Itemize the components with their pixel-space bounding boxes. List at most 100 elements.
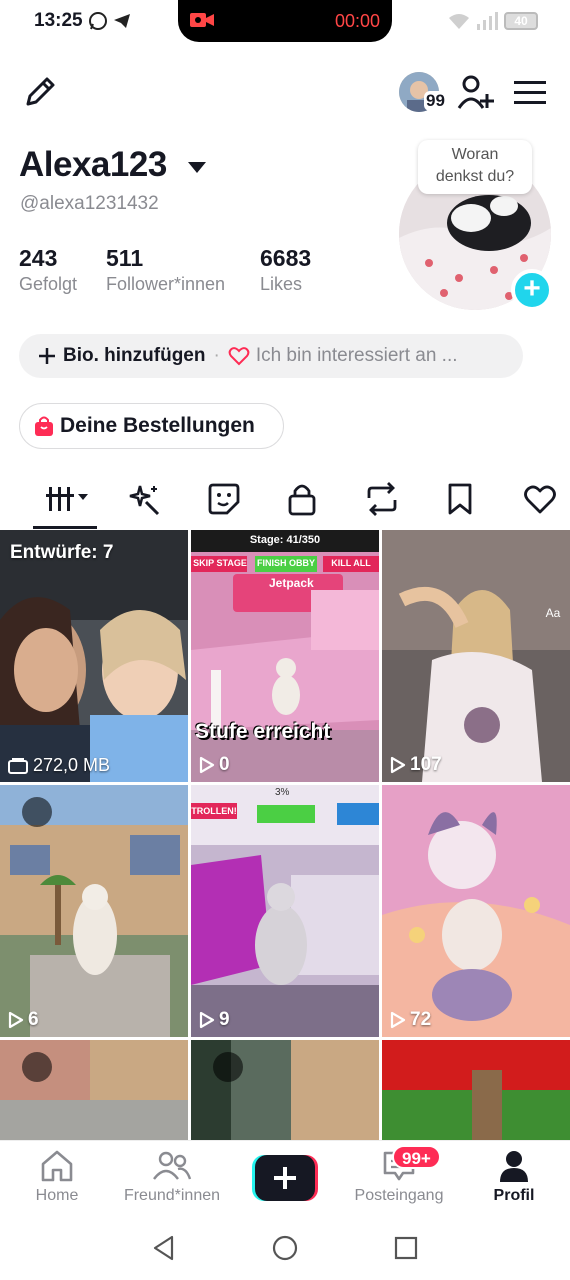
whatsapp-icon bbox=[89, 12, 107, 30]
grid-icon bbox=[46, 487, 88, 511]
orders-label: Deine Bestellungen bbox=[60, 414, 255, 437]
video-tile[interactable]: 72 bbox=[382, 785, 570, 1037]
view-count-value: 72 bbox=[410, 1009, 432, 1030]
system-indicators: 40 bbox=[448, 12, 538, 30]
back-icon[interactable] bbox=[150, 1234, 178, 1262]
create-icon bbox=[252, 1155, 318, 1201]
interests-button[interactable]: Ich bin interessiert an ... bbox=[228, 345, 458, 367]
bio-bar: Bio. hinzufügen · Ich bin interessiert a… bbox=[19, 334, 523, 378]
sparkle-icon bbox=[129, 485, 160, 516]
nav-friends[interactable]: Freund*innen bbox=[118, 1149, 226, 1205]
tab-favorites[interactable] bbox=[432, 476, 488, 522]
video-tile[interactable] bbox=[191, 1040, 379, 1140]
home-circle-icon[interactable] bbox=[271, 1234, 299, 1262]
game-badge: KILL ALL bbox=[331, 558, 371, 568]
plus-icon bbox=[39, 348, 55, 364]
video-tile[interactable]: TROLLEN! 3% 9 bbox=[191, 785, 379, 1037]
hamburger-icon[interactable] bbox=[514, 80, 546, 106]
user-handle: @alexa1231432 bbox=[20, 193, 159, 214]
tab-stickers[interactable] bbox=[196, 476, 252, 522]
video-grid: Entwürfe: 7 272,0 MB Stage: 41/350 SKIP … bbox=[0, 530, 570, 1140]
interests-label: Ich bin interessiert an ... bbox=[255, 345, 458, 366]
drafts-label: Entwürfe: 7 bbox=[10, 542, 114, 563]
sticker-icon bbox=[208, 483, 240, 515]
add-photo-button[interactable]: + bbox=[511, 269, 553, 311]
drafts-size-value: 272,0 MB bbox=[33, 755, 111, 775]
nav-profile[interactable]: Profil bbox=[488, 1149, 540, 1205]
nav-label: Posteingang bbox=[354, 1187, 444, 1204]
screen-recording-pill[interactable]: 00:00 bbox=[178, 0, 392, 42]
add-bio-label: Bio. hinzufügen bbox=[63, 345, 206, 366]
system-navigation bbox=[0, 1216, 570, 1280]
profile-icon bbox=[500, 1151, 528, 1182]
stat-label: Follower*innen bbox=[106, 274, 226, 294]
speaker-icon bbox=[22, 1052, 52, 1082]
view-count-value: 0 bbox=[219, 754, 230, 775]
play-icon bbox=[199, 756, 215, 774]
tab-liked[interactable] bbox=[512, 476, 568, 522]
video-tile[interactable]: 6 bbox=[0, 785, 188, 1037]
video-tile[interactable] bbox=[382, 1040, 570, 1140]
editor-tools-column: Aa bbox=[544, 544, 562, 754]
view-count-value: 6 bbox=[28, 1009, 39, 1030]
telegram-icon bbox=[114, 14, 130, 28]
username[interactable]: Alexa123 bbox=[19, 145, 167, 185]
stat-likes[interactable]: 6683 Likes bbox=[260, 245, 311, 295]
view-count: 72 bbox=[390, 1009, 431, 1031]
stat-followers[interactable]: 511 Follower*innen bbox=[106, 245, 225, 295]
bubble-line-1: Woran bbox=[451, 146, 499, 163]
storage-icon bbox=[8, 757, 28, 774]
text-tool-label: Aa bbox=[545, 606, 561, 620]
view-count-value: 107 bbox=[410, 754, 442, 775]
tab-reposts[interactable] bbox=[354, 476, 410, 522]
view-count: 0 bbox=[199, 754, 230, 776]
status-bar: 13:25 00:00 40 bbox=[0, 0, 570, 44]
tab-private[interactable] bbox=[274, 476, 330, 522]
video-tile[interactable]: Aa 107 bbox=[382, 530, 570, 782]
nav-home[interactable]: Home bbox=[28, 1149, 86, 1205]
drafts-size: 272,0 MB bbox=[8, 755, 110, 776]
speaker-icon bbox=[22, 797, 52, 827]
person-plus-icon[interactable] bbox=[457, 74, 497, 110]
pencil-icon[interactable] bbox=[22, 74, 58, 110]
play-icon bbox=[390, 1011, 406, 1029]
profile-tabs bbox=[0, 476, 570, 530]
inbox-badge: 99+ bbox=[392, 1145, 441, 1169]
tab-effects[interactable] bbox=[116, 476, 172, 522]
create-button[interactable] bbox=[252, 1155, 318, 1201]
game-badge: FINISH OBBY bbox=[256, 558, 315, 568]
stat-following[interactable]: 243 Gefolgt bbox=[19, 245, 77, 295]
video-caption: Stufe erreicht bbox=[195, 720, 331, 743]
video-tile[interactable] bbox=[0, 1040, 188, 1140]
play-icon bbox=[199, 1011, 215, 1029]
video-tile[interactable]: Stage: 41/350 SKIP STAGE FINISH OBBY KIL… bbox=[191, 530, 379, 782]
chevron-down-icon[interactable] bbox=[188, 162, 206, 173]
home-icon bbox=[41, 1150, 73, 1182]
play-icon bbox=[8, 1011, 24, 1029]
recents-icon[interactable] bbox=[393, 1235, 419, 1261]
bottom-navigation: Home Freund*innen Posteingang 99+ Profil bbox=[0, 1140, 570, 1216]
nav-label: Freund*innen bbox=[123, 1187, 221, 1204]
orders-button[interactable]: Deine Bestellungen bbox=[19, 403, 284, 449]
game-badge: SKIP STAGE bbox=[193, 558, 247, 568]
game-item: Jetpack bbox=[269, 576, 314, 590]
view-count: 6 bbox=[8, 1009, 39, 1031]
heart-outline-icon bbox=[228, 347, 250, 366]
drafts-tile[interactable]: Entwürfe: 7 272,0 MB bbox=[0, 530, 188, 782]
recording-time: 00:00 bbox=[334, 11, 380, 31]
nav-label: Home bbox=[35, 1187, 79, 1204]
game-banner: TROLLEN! bbox=[191, 806, 237, 816]
tab-videos[interactable] bbox=[36, 476, 92, 522]
add-bio-button[interactable]: Bio. hinzufügen bbox=[37, 345, 205, 367]
shopping-bag-icon bbox=[35, 416, 53, 436]
stat-value: 511 bbox=[106, 245, 144, 271]
wifi-icon bbox=[449, 14, 469, 29]
view-count: 9 bbox=[199, 1009, 230, 1031]
repost-icon bbox=[367, 482, 397, 516]
view-count-value: 9 bbox=[219, 1009, 230, 1030]
separator: · bbox=[213, 345, 220, 366]
notification-count: 99 bbox=[424, 91, 447, 111]
stat-value: 6683 bbox=[260, 245, 312, 271]
thought-bubble[interactable]: Woran denkst du? bbox=[418, 140, 532, 194]
nav-label: Profil bbox=[493, 1187, 535, 1204]
